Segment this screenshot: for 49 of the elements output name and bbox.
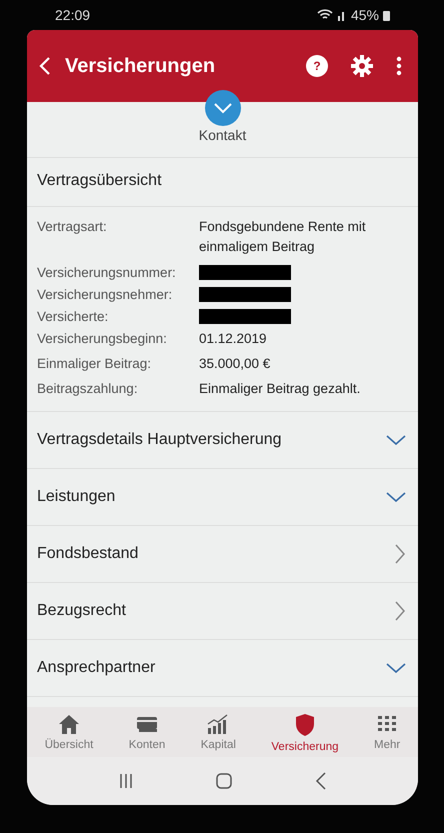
settings-icon[interactable]	[350, 54, 374, 78]
section-heading: Vertragsübersicht	[27, 158, 418, 207]
chevron-right-icon	[394, 601, 406, 622]
field-value: Fondsgebundene Rente mit einmaligem Beitrag	[199, 218, 367, 256]
section-row[interactable]: Bezugsrecht	[27, 583, 418, 640]
house-icon	[58, 713, 80, 735]
back-icon[interactable]	[315, 772, 328, 790]
contact-label: Kontakt	[198, 127, 246, 143]
field-label: Versicherte:	[37, 308, 110, 324]
field-label: Einmaliger Beitrag:	[37, 356, 152, 373]
tab-bar-item[interactable]: Versicherung	[271, 713, 339, 753]
chevron-down-icon	[386, 434, 406, 446]
tab-bar-item[interactable]: Übersicht	[44, 713, 94, 753]
section-title: Ansprechpartner	[37, 659, 156, 678]
tab-bar-item[interactable]: Konten	[128, 713, 166, 753]
recent-apps-icon[interactable]	[118, 773, 134, 789]
section-row[interactable]: Fondsbestand	[27, 526, 418, 584]
screen-title: Versicherungen	[65, 54, 216, 78]
section-row[interactable]: Leistungen	[27, 469, 418, 526]
section-title: Vertragsdetails Hauptversicherung	[37, 431, 282, 450]
signal-icon	[336, 9, 347, 21]
section-title: Fondsbestand	[37, 545, 138, 564]
field-label: Versicherungsbeginn:	[37, 330, 168, 348]
home-button-icon[interactable]	[215, 772, 234, 790]
chevron-down-icon	[386, 662, 406, 674]
field-value: 01.12.2019	[199, 330, 267, 348]
more-menu-icon[interactable]	[396, 56, 402, 76]
field-label: Versicherungsnehmer:	[37, 286, 174, 302]
expand-contact-button[interactable]	[204, 89, 242, 127]
help-button[interactable]: ?	[306, 55, 328, 77]
section-title: Bezugsrecht	[37, 602, 126, 620]
battery-icon	[383, 10, 390, 20]
section-row[interactable]: Ansprechpartner	[27, 640, 418, 698]
section-title: Leistungen	[37, 488, 116, 506]
tab-bar-item[interactable]: Kapital	[200, 713, 236, 753]
wifi-icon	[316, 9, 333, 21]
shield-icon	[294, 713, 316, 737]
tab-bar-item[interactable]: Mehr	[374, 713, 400, 753]
back-button[interactable]	[39, 56, 51, 76]
field-label: Versicherungsnummer:	[37, 264, 177, 280]
status-time: 22:09	[55, 7, 90, 23]
chevron-right-icon	[394, 544, 406, 564]
field-label: Vertragsart:	[37, 219, 108, 236]
field-label: Beitragszahlung:	[37, 381, 139, 398]
section-row[interactable]: Vertragsdetails Hauptversicherung	[27, 412, 418, 470]
field-value: 35.000,00 €	[199, 354, 270, 373]
chevron-down-icon	[386, 491, 406, 504]
battery-level: 45%	[350, 7, 379, 23]
field-value: Einmaliger Beitrag gezahlt.	[199, 380, 360, 398]
